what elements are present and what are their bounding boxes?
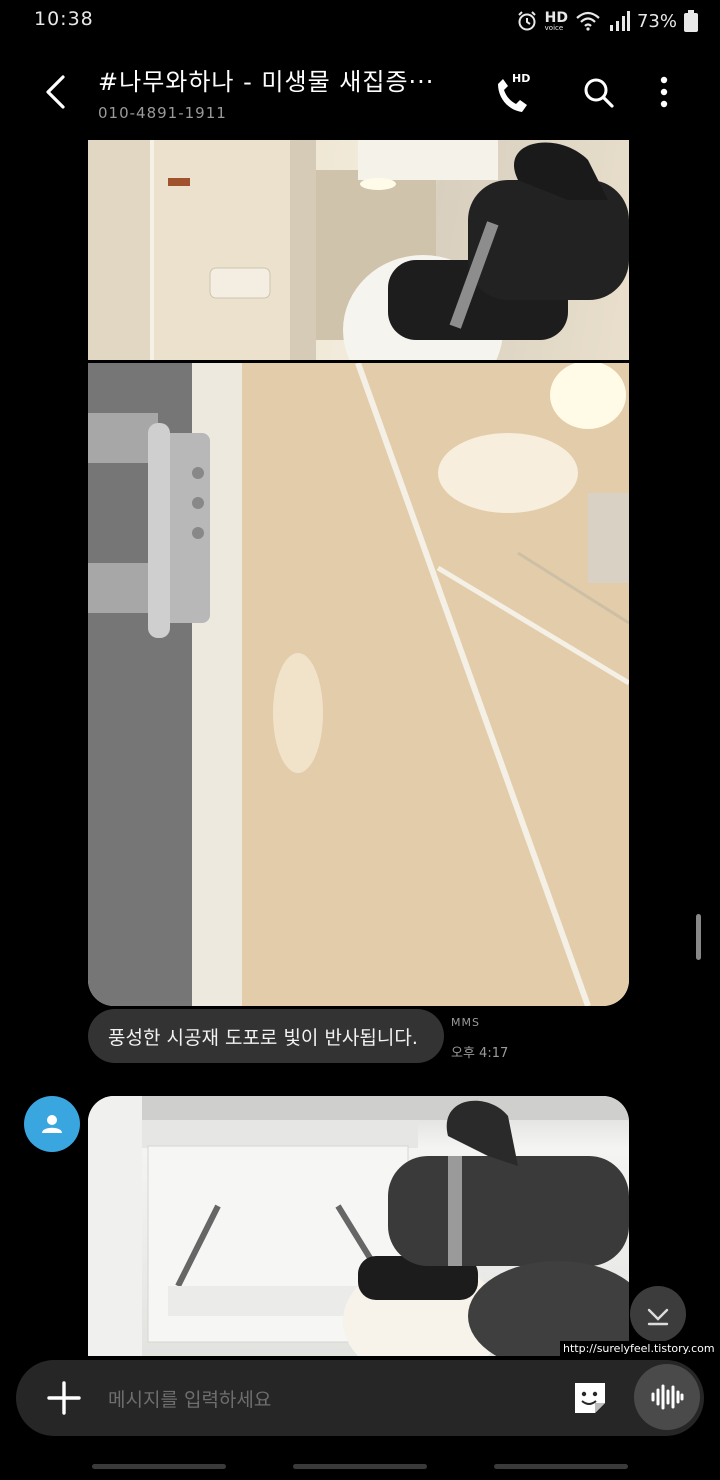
back-arrow-icon[interactable]: [36, 72, 76, 112]
status-time: 10:38: [34, 8, 94, 30]
status-icons: HD voice 73%: [516, 8, 698, 34]
system-nav-bar: [0, 1458, 720, 1480]
chevron-down-icon: [647, 1308, 669, 1326]
photo-door-glossy: [88, 363, 629, 1006]
wifi-icon: [576, 11, 600, 31]
plus-icon[interactable]: [44, 1378, 84, 1418]
hd-voice-top: HD: [544, 9, 568, 26]
conversation-title[interactable]: #나무와하나 - 미생물 새집증···: [98, 62, 468, 97]
message-input[interactable]: 메시지를 입력하세요: [108, 1385, 271, 1412]
nav-recents-handle[interactable]: [92, 1464, 226, 1469]
scroll-to-bottom-button[interactable]: [630, 1286, 686, 1342]
person-icon: [42, 1115, 62, 1133]
status-bar: 10:38 HD voice 73%: [0, 0, 720, 44]
hd-voice-icon: HD voice: [545, 11, 568, 32]
message-time: 오후 4:17: [451, 1046, 509, 1061]
search-icon[interactable]: [578, 68, 622, 116]
more-vert-icon[interactable]: [644, 68, 684, 116]
photo-cabinet-sprayer: [88, 140, 629, 360]
waveform-icon: [651, 1384, 684, 1410]
hd-call-badge: HD: [512, 72, 530, 85]
nav-home-handle[interactable]: [293, 1464, 427, 1469]
message-composer: 메시지를 입력하세요: [16, 1360, 704, 1436]
photo-drawer-sprayer: [88, 1096, 629, 1356]
message-photo[interactable]: [88, 140, 629, 360]
hd-call-icon: HD: [498, 72, 530, 112]
message-type: MMS: [451, 1016, 480, 1029]
contact-avatar[interactable]: [24, 1096, 80, 1152]
hd-voice-bottom: voice: [544, 23, 564, 32]
scroll-indicator[interactable]: [696, 914, 701, 960]
nav-back-handle[interactable]: [494, 1464, 628, 1469]
battery-icon: [684, 10, 698, 32]
phone-number: 010-4891-1911: [98, 104, 227, 122]
message-bubble[interactable]: 풍성한 시공재 도포로 빛이 반사됩니다.: [88, 1009, 444, 1063]
conversation-header: #나무와하나 - 미생물 새집증··· 010-4891-1911 HD: [0, 44, 720, 140]
watermark-text: http://surelyfeel.tistory.com: [560, 1341, 718, 1356]
sticker-icon[interactable]: [570, 1378, 610, 1418]
alarm-icon: [517, 11, 536, 31]
signal-icon: [609, 11, 630, 31]
battery-percent: 73%: [636, 10, 677, 32]
message-photo[interactable]: [88, 363, 629, 1006]
hd-call-button[interactable]: HD: [490, 68, 534, 116]
message-photo[interactable]: [88, 1096, 629, 1356]
voice-record-button[interactable]: [634, 1364, 700, 1430]
message-text: 풍성한 시공재 도포로 빛이 반사됩니다.: [108, 1026, 418, 1049]
